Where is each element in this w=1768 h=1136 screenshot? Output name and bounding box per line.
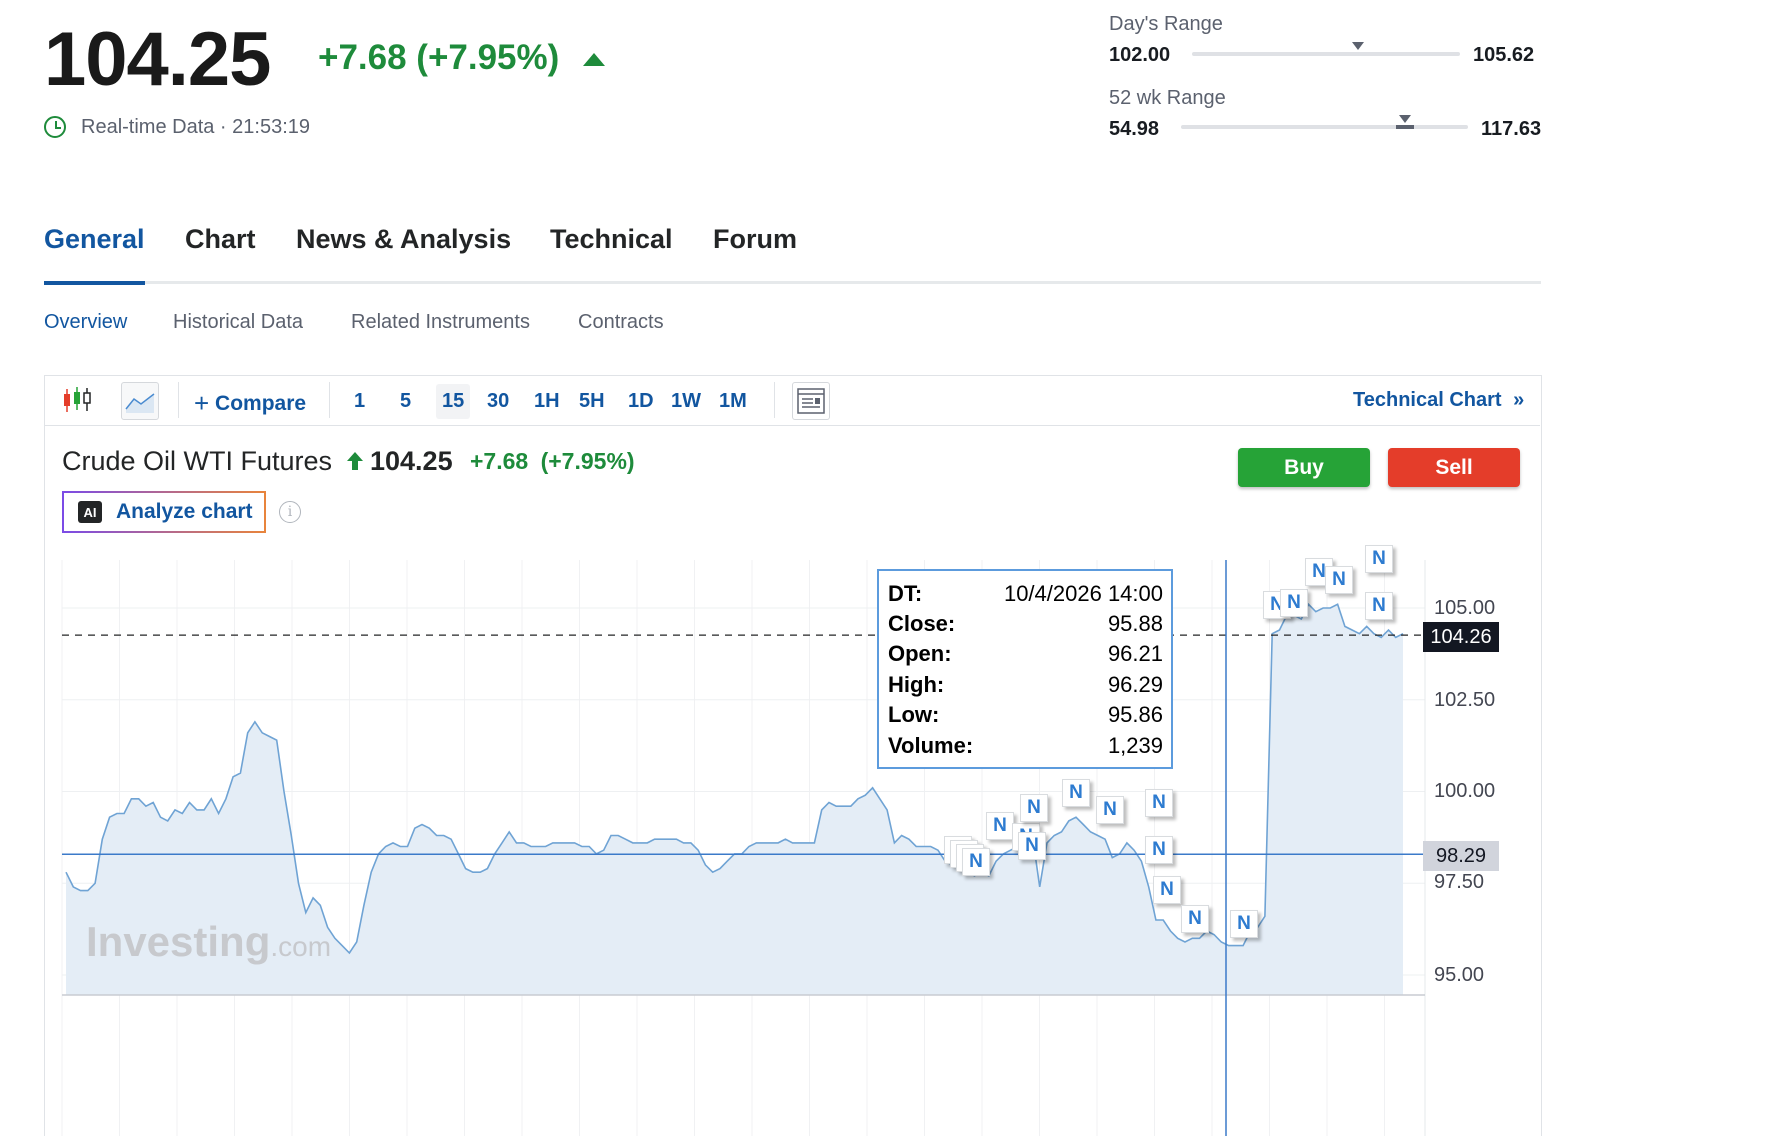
news-flag-icon[interactable]: N <box>1096 796 1124 824</box>
tooltip-key: Open: <box>888 641 952 666</box>
news-flag-icon[interactable]: N <box>1153 876 1181 904</box>
y-tick: 97.50 <box>1434 871 1485 893</box>
tooltip-row: Low: 95.86 <box>888 702 1163 732</box>
investing-logo: Investing.com <box>86 918 331 966</box>
tooltip-row: Close: 95.88 <box>888 611 1163 641</box>
news-flag-icon[interactable]: N <box>1145 836 1173 864</box>
tooltip-value: 96.21 <box>1107 641 1163 666</box>
y-tick: 100.00 <box>1434 780 1496 802</box>
tooltip-key: Volume: <box>888 733 974 758</box>
news-flag-icon[interactable]: N <box>1020 794 1048 822</box>
tooltip-value: 10/4/2026 14:00 <box>1003 581 1163 606</box>
news-flag-icon[interactable]: N <box>1062 779 1090 807</box>
tooltip-row: High: 96.29 <box>888 672 1163 702</box>
crosshair-price-badge: 98.29 <box>1423 841 1499 871</box>
tooltip-value: 96.29 <box>1107 672 1163 697</box>
news-flag-icon[interactable]: N <box>1365 545 1393 573</box>
watermark-main: Investing <box>86 918 271 965</box>
tooltip-row: Open: 96.21 <box>888 641 1163 671</box>
news-flag-icon[interactable]: N <box>1230 910 1258 938</box>
news-flag-icon[interactable]: N <box>962 848 990 876</box>
ohlc-tooltip: DT: 10/4/2026 14:00 Close: 95.88 Open: 96.2… <box>877 569 1173 769</box>
tooltip-key: High: <box>888 672 945 697</box>
news-flag-icon[interactable]: N <box>1325 566 1353 594</box>
tooltip-value: 95.88 <box>1107 611 1163 636</box>
tooltip-row: Volume: 1,239 <box>888 733 1163 763</box>
news-flag-icon[interactable]: N <box>1280 589 1308 617</box>
current-price-badge: 104.26 <box>1423 622 1499 652</box>
news-flag-icon[interactable]: N <box>1145 789 1173 817</box>
news-flag-icon[interactable]: N <box>1018 832 1046 860</box>
tooltip-value: 95.86 <box>1107 702 1163 727</box>
news-flag-icon[interactable]: N <box>986 812 1014 840</box>
news-flag-icon[interactable]: N <box>1181 905 1209 933</box>
tooltip-key: Close: <box>888 611 956 636</box>
tooltip-key: Low: <box>888 702 940 727</box>
tooltip-row: DT: 10/4/2026 14:00 <box>888 581 1163 611</box>
watermark-suffix: .com <box>270 931 332 962</box>
tooltip-value: 1,239 <box>1107 733 1163 758</box>
y-tick: 95.00 <box>1434 964 1485 986</box>
tooltip-key: DT: <box>888 581 923 606</box>
y-tick: 105.00 <box>1434 597 1496 619</box>
news-flag-icon[interactable]: N <box>1365 592 1393 620</box>
y-tick: 102.50 <box>1434 689 1496 711</box>
